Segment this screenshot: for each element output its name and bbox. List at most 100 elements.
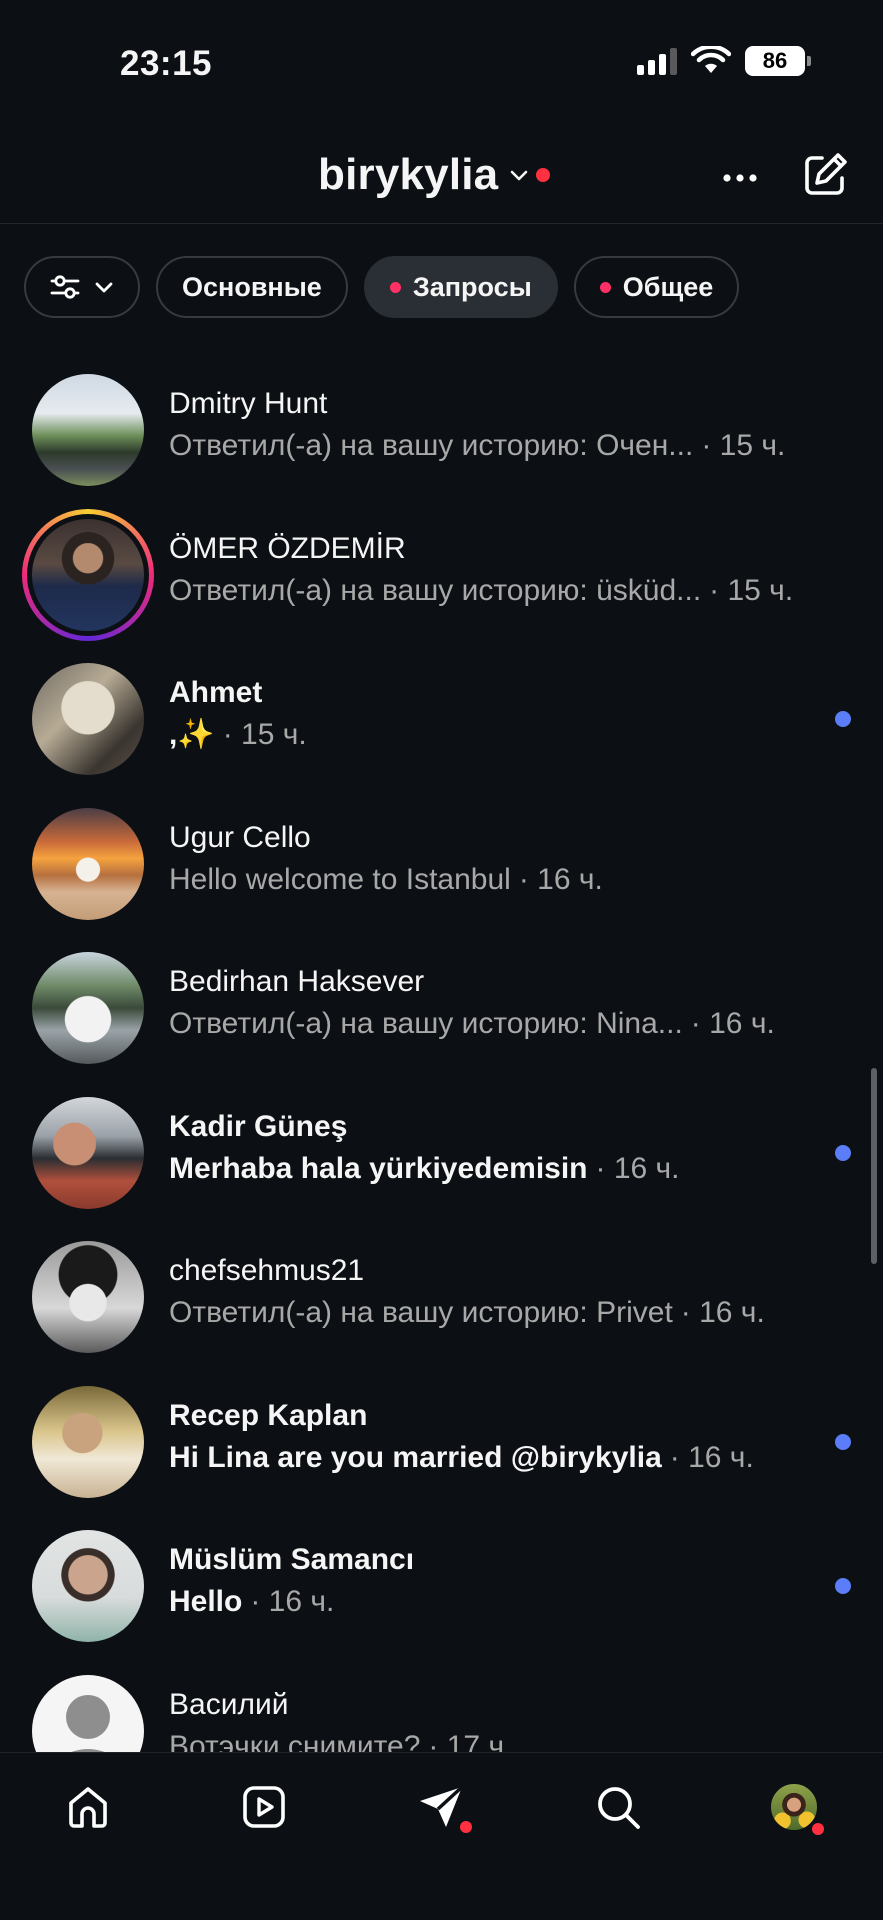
thread-row[interactable]: chefsehmus21 Ответил(-а) на вашу историю… — [0, 1225, 883, 1370]
message-time: · 16 ч. — [518, 862, 603, 896]
thread-row[interactable]: Ugur Cello Hello welcome to Istanbul · 16… — [0, 792, 883, 937]
nav-search[interactable] — [588, 1777, 648, 1837]
profile-avatar — [769, 1782, 819, 1832]
status-bar: 23:15 86 — [0, 0, 883, 120]
tab-label: Общее — [622, 271, 714, 302]
thread-name: chefsehmus21 — [169, 1254, 365, 1287]
thread-row[interactable]: Bedirhan Haksever Ответил(-а) на вашу ис… — [0, 936, 883, 1081]
message-text: Hello — [169, 1585, 243, 1618]
avatar — [32, 1385, 144, 1498]
wifi-icon — [691, 46, 731, 73]
thread-preview: Merhaba hala yürkiyedemisin · 16 ч. — [169, 1147, 843, 1191]
message-text: Ответил(-а) на вашу историю: Privet — [169, 1296, 673, 1329]
thread-text: Müslüm Samancı Hello · 16 ч. — [169, 1540, 843, 1624]
thread-text: Ahmet ,✨ · 15 ч. — [169, 673, 843, 757]
message-time: · 15 ч. — [709, 573, 794, 607]
thread-row[interactable]: Василий Вотэчки снимите? · 17 ч. — [0, 1659, 883, 1753]
nav-reels[interactable] — [234, 1777, 294, 1837]
avatar — [32, 952, 144, 1065]
thread-preview: Ответил(-а) на вашу историю: Nina... · 16… — [169, 1002, 843, 1046]
thread-preview: Hi Lina are you married @birykylia · 16 ч… — [169, 1436, 843, 1480]
battery-indicator: 86 — [745, 46, 811, 76]
thread-row[interactable]: ÖMER ÖZDEMİR Ответил(-а) на вашу историю… — [0, 503, 883, 648]
scrollbar[interactable] — [871, 1068, 877, 1264]
default-avatar-icon — [66, 1694, 110, 1752]
message-text: Merhaba hala yürkiyedemisin — [169, 1151, 588, 1185]
unread-indicator — [835, 1578, 851, 1595]
thread-name: Recep Kaplan — [169, 1398, 368, 1432]
account-switcher[interactable]: birykylia — [318, 150, 551, 200]
thread-preview: Вотэчки снимите? · 17 ч. — [169, 1725, 843, 1753]
more-options-button[interactable] — [718, 156, 762, 200]
status-indicators: 86 — [637, 46, 811, 76]
thread-text: Василий Вотэчки снимите? · 17 ч. — [169, 1685, 843, 1753]
thread-text: Kadir Güneş Merhaba hala yürkiyedemisin ·… — [169, 1107, 843, 1191]
filter-settings-button[interactable] — [24, 256, 140, 318]
story-ring[interactable] — [22, 508, 154, 641]
avatar — [32, 1096, 144, 1209]
tab-label: Запросы — [412, 271, 532, 302]
thread-text: ÖMER ÖZDEMİR Ответил(-а) на вашу историю… — [169, 529, 843, 613]
home-icon — [69, 1787, 107, 1828]
message-text: ,✨ — [169, 718, 215, 751]
status-time: 23:15 — [120, 44, 213, 83]
nav-direct[interactable] — [412, 1777, 472, 1837]
avatar — [27, 513, 149, 636]
message-text: Ответил(-а) на вашу историю: Nina... — [169, 1007, 683, 1040]
thread-name: Dmitry Hunt — [169, 387, 328, 420]
thread-preview: Ответил(-а) на вашу историю: üsküd... · 1… — [169, 569, 843, 613]
thread-text: Ugur Cello Hello welcome to Istanbul · 16… — [169, 818, 843, 902]
avatar — [32, 1241, 144, 1354]
account-username: birykylia — [318, 150, 499, 199]
sliders-icon — [50, 275, 80, 299]
thread-list: Dmitry Hunt Ответил(-а) на вашу историю:… — [0, 358, 883, 1752]
tab-notification-dot — [599, 281, 611, 293]
thread-preview: Ответил(-а) на вашу историю: Очен... · 15… — [169, 424, 843, 468]
thread-name: Kadir Güneş — [169, 1109, 348, 1143]
message-text: Hi Lina are you married @birykylia — [169, 1440, 662, 1474]
tab-primary[interactable]: Основные — [156, 256, 348, 318]
search-icon — [598, 1787, 640, 1829]
thread-name: Bedirhan Haksever — [169, 965, 425, 998]
chevron-down-icon — [511, 170, 528, 181]
avatar — [32, 1530, 144, 1643]
compose-icon[interactable] — [800, 150, 850, 200]
chevron-down-icon — [95, 282, 113, 293]
thread-row[interactable]: Müslüm Samancı Hello · 16 ч. — [0, 1514, 883, 1659]
unread-indicator — [835, 1144, 851, 1161]
message-text: Ответил(-а) на вашу историю: Очен... — [169, 429, 694, 462]
thread-row[interactable]: Recep Kaplan Hi Lina are you married @bi… — [0, 1370, 883, 1515]
thread-name: Ahmet — [169, 676, 263, 709]
nav-profile[interactable] — [764, 1777, 824, 1837]
tab-general[interactable]: Общее — [573, 256, 740, 318]
message-time: · 16 ч. — [250, 1585, 335, 1618]
reels-icon — [243, 1786, 285, 1828]
nav-home[interactable] — [58, 1777, 118, 1837]
thread-row[interactable]: Ahmet ,✨ · 15 ч. — [0, 647, 883, 792]
message-text: Ответил(-а) на вашу историю: üsküd... — [169, 573, 702, 607]
notification-dot — [812, 1823, 824, 1835]
thread-text: Bedirhan Haksever Ответил(-а) на вашу ис… — [169, 962, 843, 1046]
thread-name: ÖMER ÖZDEMİR — [169, 531, 406, 565]
thread-preview: Hello welcome to Istanbul · 16 ч. — [169, 858, 843, 902]
avatar — [32, 663, 144, 776]
message-time: · 16 ч. — [669, 1440, 754, 1474]
tab-label: Основные — [182, 271, 322, 302]
cellular-signal-icon — [637, 47, 677, 75]
thread-preview: Hello · 16 ч. — [169, 1580, 843, 1624]
avatar — [32, 807, 144, 920]
thread-text: Recep Kaplan Hi Lina are you married @bi… — [169, 1396, 843, 1480]
message-text: Вотэчки снимите? — [169, 1729, 421, 1753]
message-time: · 16 ч. — [680, 1296, 765, 1329]
tab-notification-dot — [389, 281, 401, 293]
tab-requests[interactable]: Запросы — [363, 256, 558, 318]
thread-row[interactable]: Kadir Güneş Merhaba hala yürkiyedemisin ·… — [0, 1081, 883, 1226]
message-time: · 15 ч. — [222, 718, 307, 751]
thread-text: Dmitry Hunt Ответил(-а) на вашу историю:… — [169, 384, 843, 468]
thread-row[interactable]: Dmitry Hunt Ответил(-а) на вашу историю:… — [0, 358, 883, 503]
notification-dot — [460, 1821, 472, 1833]
more-icon — [723, 174, 757, 182]
thread-name: Василий — [169, 1687, 289, 1721]
unread-indicator — [835, 1433, 851, 1450]
message-text: Hello welcome to Istanbul — [169, 862, 511, 896]
